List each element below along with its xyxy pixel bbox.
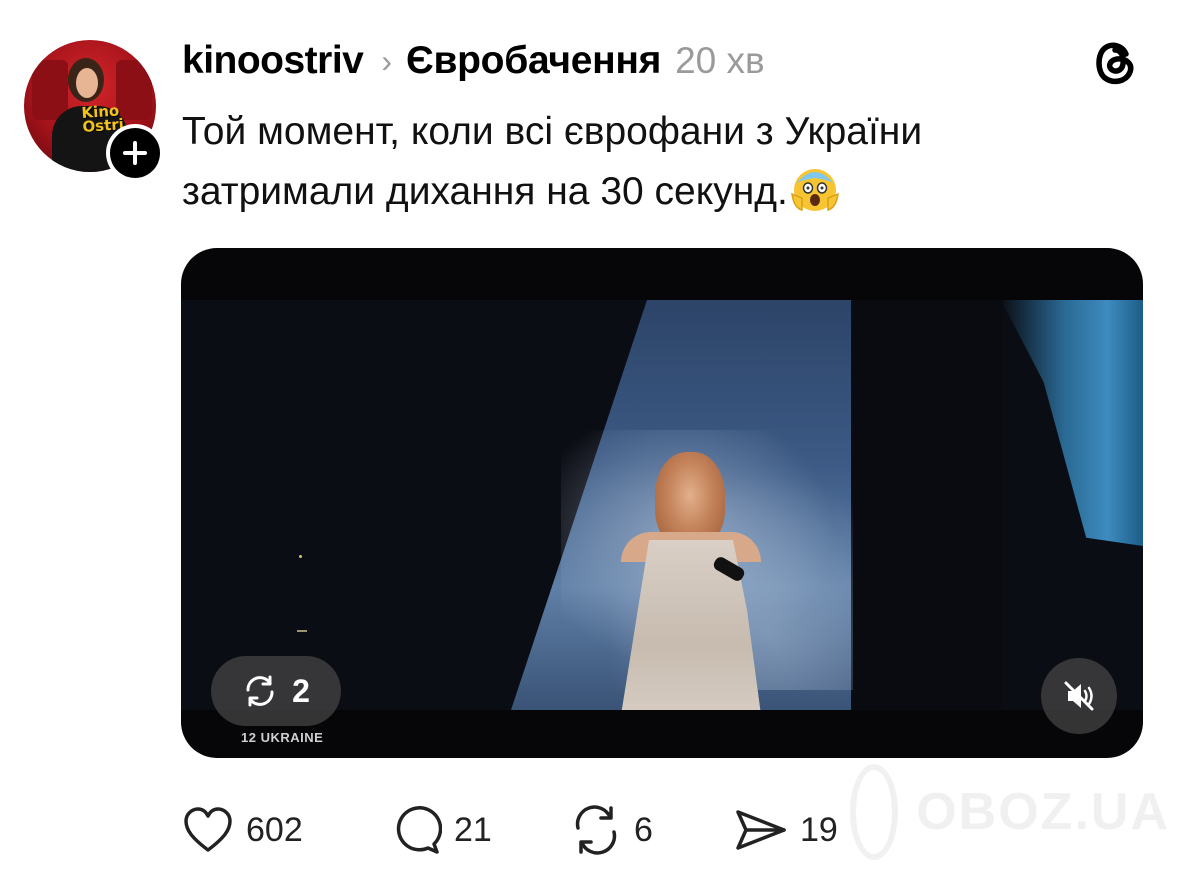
video-caption: 12 UKRAINE bbox=[241, 730, 324, 745]
repost-icon bbox=[575, 805, 617, 855]
watermark-globe-icon bbox=[850, 764, 899, 860]
repost-button[interactable]: 6 bbox=[570, 800, 653, 860]
reply-count: 21 bbox=[454, 810, 492, 849]
watermark-text: OBOZ.UA bbox=[916, 783, 1170, 841]
like-count: 602 bbox=[246, 810, 303, 849]
username-link[interactable]: kinoostriv bbox=[182, 39, 364, 83]
share-button[interactable]: 19 bbox=[734, 800, 838, 860]
avatar-seat bbox=[32, 60, 68, 120]
mute-button[interactable] bbox=[1041, 658, 1117, 734]
avatar-person-face bbox=[76, 68, 98, 98]
video-repost-counter[interactable]: 2 bbox=[211, 656, 341, 726]
chevron-right-icon: › bbox=[381, 42, 393, 79]
reply-button[interactable]: 21 bbox=[390, 800, 492, 860]
repost-icon bbox=[246, 675, 274, 707]
speaker-muted-icon bbox=[1064, 681, 1094, 711]
stage-light bbox=[299, 555, 302, 558]
post-header: kinoostriv › Євробачення 20 хв bbox=[182, 36, 765, 86]
stage-column bbox=[853, 300, 1003, 710]
follow-button[interactable] bbox=[106, 124, 164, 182]
share-count: 19 bbox=[800, 810, 838, 849]
threads-logo-icon[interactable] bbox=[1088, 36, 1142, 90]
post-time: 20 хв bbox=[675, 40, 765, 81]
topic-link[interactable]: Євробачення bbox=[406, 39, 661, 83]
plus-icon bbox=[123, 141, 147, 165]
post-text: Той момент, коли всі єврофани з України … bbox=[182, 102, 1122, 222]
video-player[interactable]: 2 12 UKRAINE bbox=[181, 248, 1143, 758]
repost-count: 6 bbox=[634, 810, 653, 849]
video-frame bbox=[181, 300, 1143, 710]
screaming-face-emoji bbox=[790, 169, 839, 211]
stage-light bbox=[297, 630, 307, 632]
stage-curtain bbox=[1001, 300, 1143, 546]
comment-icon bbox=[396, 806, 442, 854]
video-repost-count: 2 bbox=[292, 672, 310, 709]
watermark: OBOZ.UA bbox=[850, 762, 1170, 862]
heart-icon bbox=[184, 807, 232, 852]
send-icon bbox=[736, 810, 786, 850]
like-button[interactable]: 602 bbox=[182, 800, 303, 860]
